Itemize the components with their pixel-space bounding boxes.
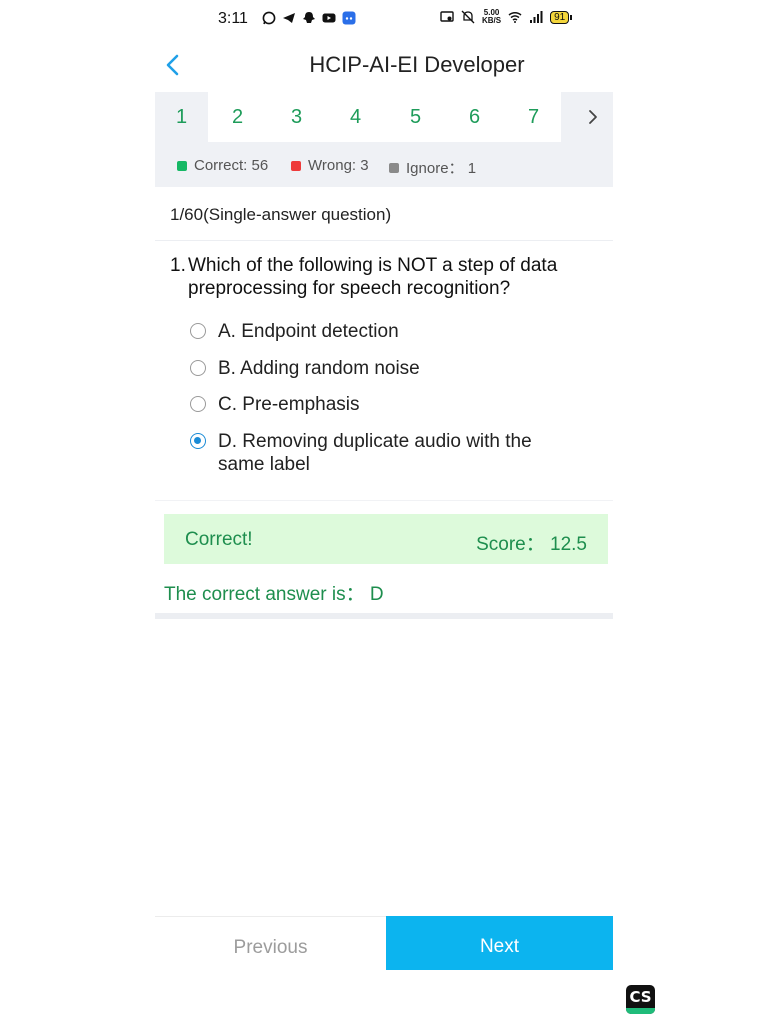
divider bbox=[155, 613, 613, 619]
youtube-icon bbox=[322, 13, 336, 23]
question-tab-4[interactable]: 4 bbox=[329, 92, 382, 142]
snapchat-icon bbox=[303, 12, 315, 23]
result-banner: Correct! Score： 12.5 bbox=[164, 514, 608, 564]
option-c-label: C. Pre-emphasis bbox=[218, 394, 360, 415]
option-d[interactable]: D. Removing duplicate audio with the sam… bbox=[190, 430, 578, 476]
result-status: Correct! bbox=[185, 529, 253, 550]
question-tab-3[interactable]: 3 bbox=[270, 92, 323, 142]
divider bbox=[155, 240, 613, 241]
radio-d[interactable] bbox=[190, 433, 206, 449]
previous-button[interactable]: Previous bbox=[155, 917, 386, 970]
mute-icon bbox=[461, 10, 475, 24]
question-tab-6[interactable]: 6 bbox=[448, 92, 501, 142]
result-score: Score： 12.5 bbox=[476, 534, 587, 555]
network-speed-unit: KB/S bbox=[482, 16, 502, 25]
screen-cast-icon bbox=[440, 11, 454, 22]
quiz-screen: 3:11 5.00 KB/S 91 HCIP-AI-EI Developer 1… bbox=[0, 0, 768, 1024]
wrong-dot bbox=[291, 160, 301, 171]
radio-b[interactable] bbox=[190, 360, 206, 376]
question-tab-1[interactable]: 1 bbox=[155, 92, 208, 142]
battery-icon: 91 bbox=[550, 10, 573, 24]
system-icons: 5.00 KB/S 91 bbox=[440, 9, 573, 25]
question-tab-7[interactable]: 7 bbox=[507, 92, 560, 142]
option-a[interactable]: A. Endpoint detection bbox=[190, 320, 578, 343]
wrong-count: Wrong: 3 bbox=[291, 157, 369, 174]
question-tab-2[interactable]: 2 bbox=[211, 92, 264, 142]
status-bar: 3:11 5.00 KB/S 91 bbox=[0, 0, 768, 40]
correct-answer: The correct answer is： D bbox=[164, 584, 384, 605]
header: HCIP-AI-EI Developer bbox=[155, 40, 613, 92]
wrong-count-label: Wrong: 3 bbox=[308, 157, 369, 174]
question-text: Which of the following is NOT a step of … bbox=[188, 255, 558, 299]
radio-c[interactable] bbox=[190, 396, 206, 412]
correct-count-label: Correct: 56 bbox=[194, 157, 269, 174]
signal-icon bbox=[530, 11, 543, 23]
ignore-count: Ignore： 1 bbox=[389, 157, 476, 178]
network-speed: 5.00 KB/S bbox=[482, 9, 501, 25]
option-b[interactable]: B. Adding random noise bbox=[190, 357, 578, 380]
page-title: HCIP-AI-EI Developer bbox=[309, 52, 525, 77]
correct-dot bbox=[177, 160, 187, 171]
whatsapp-icon bbox=[262, 11, 276, 25]
option-b-label: B. Adding random noise bbox=[218, 358, 420, 379]
correct-count: Correct: 56 bbox=[177, 157, 268, 174]
camscanner-logo: CS bbox=[626, 985, 655, 1014]
ignore-count-label: Ignore： 1 bbox=[406, 160, 477, 177]
notification-icons bbox=[262, 11, 356, 25]
question-tab-5[interactable]: 5 bbox=[389, 92, 442, 142]
option-a-label: A. Endpoint detection bbox=[218, 321, 399, 342]
question-type: 1/60(Single-answer question) bbox=[170, 205, 392, 224]
discord-icon bbox=[342, 11, 356, 25]
status-time: 3:11 bbox=[218, 10, 248, 27]
question-number: 1. bbox=[170, 255, 186, 276]
chevron-right-icon bbox=[589, 110, 597, 124]
wifi-icon bbox=[508, 12, 522, 23]
telegram-icon bbox=[283, 13, 295, 23]
option-d-label: D. Removing duplicate audio with the sam… bbox=[218, 431, 532, 475]
next-button[interactable]: Next bbox=[386, 916, 613, 970]
question-tabs: 1 2 3 4 5 6 7 bbox=[155, 92, 613, 142]
divider bbox=[155, 500, 613, 501]
ignore-dot bbox=[389, 162, 399, 173]
option-c[interactable]: C. Pre-emphasis bbox=[190, 393, 578, 416]
tabs-next-button[interactable] bbox=[561, 92, 613, 142]
camscanner-logo-bar bbox=[626, 1008, 655, 1014]
answer-stats: Correct: 56 Wrong: 3 Ignore： 1 bbox=[155, 142, 613, 187]
camscanner-logo-text: CS bbox=[629, 988, 652, 1006]
radio-a[interactable] bbox=[190, 323, 206, 339]
